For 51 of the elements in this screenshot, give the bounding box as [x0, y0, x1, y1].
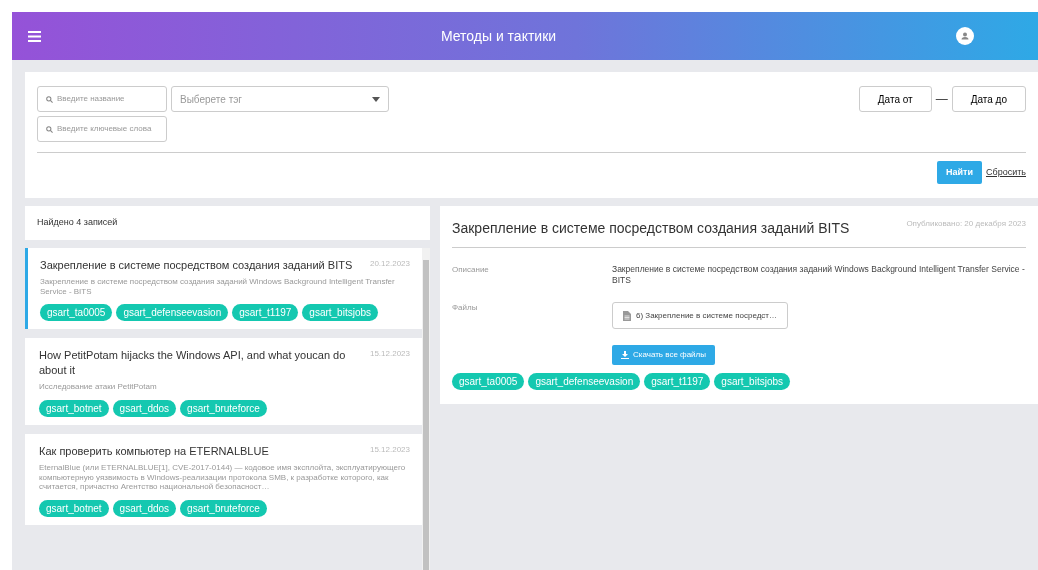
tag[interactable]: gsart_bitsjobs [714, 373, 791, 391]
tag[interactable]: gsart_bitsjobs [302, 304, 379, 322]
menu-icon[interactable] [28, 30, 41, 42]
search-icon [46, 95, 53, 103]
tag[interactable]: gsart_ddos [112, 399, 177, 417]
tag[interactable]: gsart_t1197 [644, 373, 711, 391]
date-separator: — [935, 91, 948, 108]
description-text: Закрепление в системе посредством создания заданий Windows Background Intelligent Transfer Service - BITS [612, 264, 1026, 287]
search-button[interactable]: Найти [937, 161, 982, 184]
result-card[interactable]: How PetitPotam hijacks the Windows API, and what youcan do about it 15.12.2023 Исследование атаки PetitPotam gsart_botnet gsart_ddos gsart_bruteforce [25, 338, 422, 425]
tag[interactable]: gsart_bruteforce [180, 499, 267, 517]
tag[interactable]: gsart_ta0005 [452, 373, 525, 391]
scrollbar[interactable] [422, 248, 430, 570]
caret-icon [372, 96, 380, 102]
result-date: 15.12.2023 [369, 443, 410, 456]
document-icon [623, 310, 631, 321]
result-card[interactable] [25, 248, 422, 330]
tag[interactable]: gsart_defenseevasion [528, 373, 641, 391]
detail-title: Закрепление в системе посредством создания заданий BITS [452, 219, 850, 238]
tag[interactable]: gsart_ta0005 [40, 304, 113, 322]
result-date: 15.12.2023 [369, 348, 410, 361]
download-button[interactable]: Скачать все файлы [612, 345, 715, 366]
date-to-button[interactable]: Дата до [951, 86, 1026, 112]
results-count: Найдено 4 записей [37, 216, 118, 230]
search-icon [46, 125, 53, 133]
keywords-search-field[interactable]: Введите ключевые слова [37, 116, 167, 142]
result-summary: Закрепление в системе посредством создания заданий Windows Background Intelligent Transfer Service - BITS [40, 277, 396, 297]
download-icon [621, 351, 629, 360]
tag[interactable]: gsart_defenseevasion [116, 304, 229, 322]
result-card[interactable] [25, 433, 422, 525]
result-summary: Исследование атаки PetitPotam [39, 382, 158, 392]
tag[interactable]: gsart_ddos [112, 499, 177, 517]
reset-link[interactable]: Сбросить [986, 165, 1026, 180]
result-title: Закрепление в системе посредством создания заданий BITS [40, 258, 353, 273]
date-from-button[interactable]: Дата от [858, 86, 932, 112]
name-search-field[interactable]: Введите название [37, 86, 167, 112]
avatar-icon[interactable] [956, 27, 974, 45]
result-title: How PetitPotam hijacks the Windows API, and what youcan do about it [39, 348, 347, 378]
field-label: Описание [452, 264, 490, 276]
tag[interactable]: gsart_bruteforce [180, 399, 267, 417]
tag[interactable]: gsart_t1197 [232, 304, 299, 322]
tag[interactable]: gsart_botnet [39, 399, 109, 417]
published-date: Опубликовано: 20 декабря 2023 [906, 218, 1026, 230]
page-title: Методы и тактики [440, 27, 557, 44]
tag-select[interactable]: Выберете тэг [171, 86, 389, 112]
result-title: Как проверить компьютер на ETERNALBLUE [39, 443, 269, 458]
result-date: 20.12.2023 [369, 258, 410, 270]
tag[interactable]: gsart_botnet [39, 499, 109, 517]
field-label: Файлы [452, 302, 479, 315]
result-summary: EternalBlue (или ETERNALBLUE[1], CVE-2017-0144) — кодовое имя эксплойта, эксплуатирующего компьютерную уязвимость в Windows-реализации протокола SMB, к разработке которого, как считается, причастно Агентство национальной безопасност… [39, 462, 407, 492]
file-button[interactable]: 6) Закрепление в системе посредст… [612, 302, 788, 330]
